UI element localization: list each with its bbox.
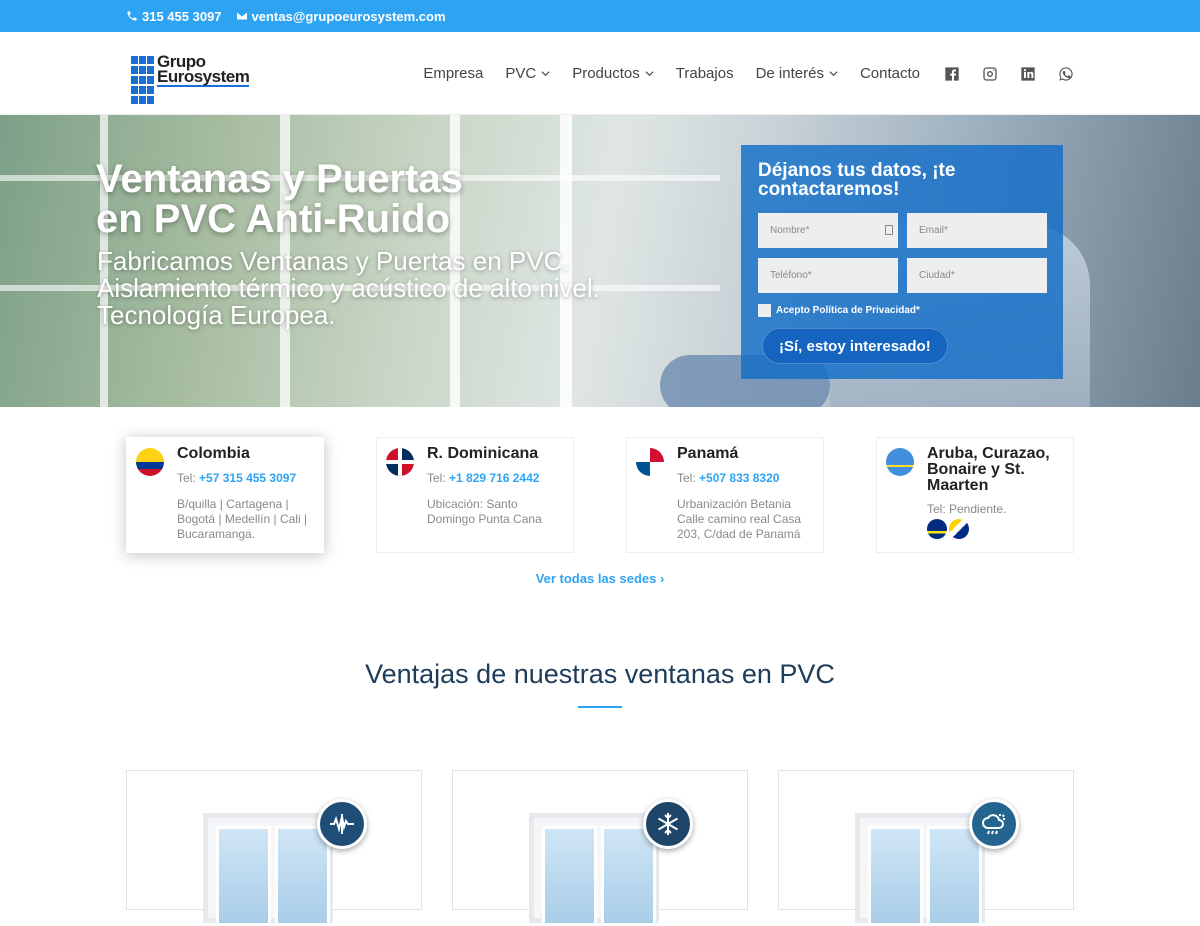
- site-logo[interactable]: Grupo Eurosystem: [131, 52, 250, 104]
- snowflake-icon: [643, 799, 693, 849]
- office-location: Ubicación: Santo Domingo Punta Cana: [427, 497, 542, 526]
- advantages-title: Ventajas de nuestras ventanas en PVC: [365, 659, 835, 689]
- linkedin-icon[interactable]: [1020, 66, 1036, 82]
- nav-item-de-interes[interactable]: De interés: [756, 65, 838, 82]
- contact-form-title: Déjanos tus datos, ¡te contactaremos!: [758, 160, 956, 200]
- office-name: Colombia: [177, 445, 250, 462]
- nav-item-pvc[interactable]: PVC: [505, 65, 550, 82]
- topbar-phone[interactable]: 315 455 3097: [126, 9, 222, 24]
- window-image: [529, 813, 659, 926]
- weather-icon: [969, 799, 1019, 849]
- topbar-email-text: ventas@grupoeurosystem.com: [251, 8, 446, 24]
- office-phone-link[interactable]: +507 833 8320: [699, 471, 779, 485]
- logo-text: Grupo Eurosystem: [157, 52, 250, 87]
- hero-banner: Ventanas y Puertas en PVC Anti-Ruido Fab…: [0, 115, 1200, 407]
- submit-interest-button[interactable]: ¡Sí, estoy interesado!: [762, 328, 948, 364]
- colombia-flag-icon: [136, 448, 164, 476]
- envelope-icon: [236, 12, 247, 20]
- window-image: [203, 813, 333, 926]
- office-card-dominicana[interactable]: R. Dominicana Tel: +1 829 716 2442 Ubica…: [376, 437, 574, 553]
- office-card-caribbean[interactable]: Aruba, Curazao, Bonaire y St. Maarten Te…: [876, 437, 1074, 553]
- bonaire-flag-icon: [949, 519, 969, 539]
- autofill-icon: [885, 225, 893, 235]
- email-field[interactable]: Email*: [907, 213, 1047, 248]
- whatsapp-icon[interactable]: [1058, 66, 1074, 82]
- soundwave-icon: [317, 799, 367, 849]
- panama-flag-icon: [636, 448, 664, 476]
- dominican-flag-icon: [386, 448, 414, 476]
- chevron-down-icon: [541, 71, 550, 77]
- chevron-down-icon: [645, 71, 654, 77]
- office-location: Urbanización Betania Calle camino real C…: [677, 497, 802, 541]
- topbar-phone-text: 315 455 3097: [142, 8, 222, 24]
- nav-item-productos[interactable]: Productos: [572, 65, 654, 82]
- office-name: Aruba, Curazao, Bonaire y St. Maarten: [927, 445, 1050, 494]
- chevron-down-icon: [829, 71, 838, 77]
- hero-subtitle: Fabricamos Ventanas y Puertas en PVC. Ai…: [97, 246, 600, 330]
- office-card-panama[interactable]: Panamá Tel: +507 833 8320 Urbanización B…: [626, 437, 824, 553]
- aruba-flag-icon: [886, 448, 914, 476]
- name-field[interactable]: Nombre*: [758, 213, 898, 248]
- title-divider: [578, 706, 622, 708]
- topbar-email[interactable]: ventas@grupoeurosystem.com: [236, 9, 446, 24]
- office-card-colombia[interactable]: Colombia Tel: +57 315 455 3097 B/quilla …: [126, 437, 324, 553]
- advantage-card[interactable]: [452, 770, 748, 926]
- nav-item-trabajos[interactable]: Trabajos: [676, 65, 734, 82]
- privacy-label: Acepto Política de Privacidad*: [776, 305, 920, 316]
- office-tel: Tel: +1 829 716 2442: [427, 471, 540, 485]
- see-all-offices-link[interactable]: Ver todas las sedes ›: [0, 571, 1200, 586]
- office-name: Panamá: [677, 445, 739, 462]
- nav-item-empresa[interactable]: Empresa: [423, 65, 483, 82]
- main-menu: Empresa PVC Productos Trabajos De interé…: [423, 32, 1074, 115]
- nav-item-contacto[interactable]: Contacto: [860, 65, 920, 82]
- office-phone-link[interactable]: +1 829 716 2442: [449, 471, 539, 485]
- window-image: [855, 813, 985, 926]
- phone-field[interactable]: Teléfono*: [758, 258, 898, 293]
- top-bar: 315 455 3097 ventas@grupoeurosystem.com: [0, 0, 1200, 32]
- curacao-flag-icon: [927, 519, 947, 539]
- social-links: [944, 66, 1074, 82]
- office-phone-link[interactable]: +57 315 455 3097: [199, 471, 296, 485]
- advantage-card[interactable]: [126, 770, 422, 926]
- hero-title: Ventanas y Puertas en PVC Anti-Ruido: [96, 157, 463, 241]
- extra-flags: [927, 519, 1065, 539]
- phone-icon: [127, 11, 137, 21]
- advantage-card[interactable]: [778, 770, 1074, 926]
- office-name: R. Dominicana: [427, 445, 539, 462]
- office-location: B/quilla | Cartagena | Bogotá | Medellín…: [177, 497, 308, 541]
- office-tel: Tel: +57 315 455 3097: [177, 471, 297, 485]
- privacy-checkbox[interactable]: [758, 304, 771, 317]
- contact-form-fields: Nombre* Email* Teléfono* Ciudad*: [758, 213, 1047, 293]
- office-tel: Tel: Pendiente.: [927, 502, 1007, 516]
- instagram-icon[interactable]: [982, 66, 998, 82]
- main-navbar: Grupo Eurosystem Empresa PVC Productos T…: [0, 32, 1200, 115]
- office-tel: Tel: +507 833 8320: [677, 471, 780, 485]
- offices-row: Colombia Tel: +57 315 455 3097 B/quilla …: [126, 437, 1074, 553]
- facebook-icon[interactable]: [944, 66, 960, 82]
- privacy-checkbox-row: Acepto Política de Privacidad*: [758, 304, 1046, 317]
- logo-mark-icon: [131, 56, 154, 104]
- contact-form: Déjanos tus datos, ¡te contactaremos! No…: [741, 145, 1063, 379]
- city-field[interactable]: Ciudad*: [907, 258, 1047, 293]
